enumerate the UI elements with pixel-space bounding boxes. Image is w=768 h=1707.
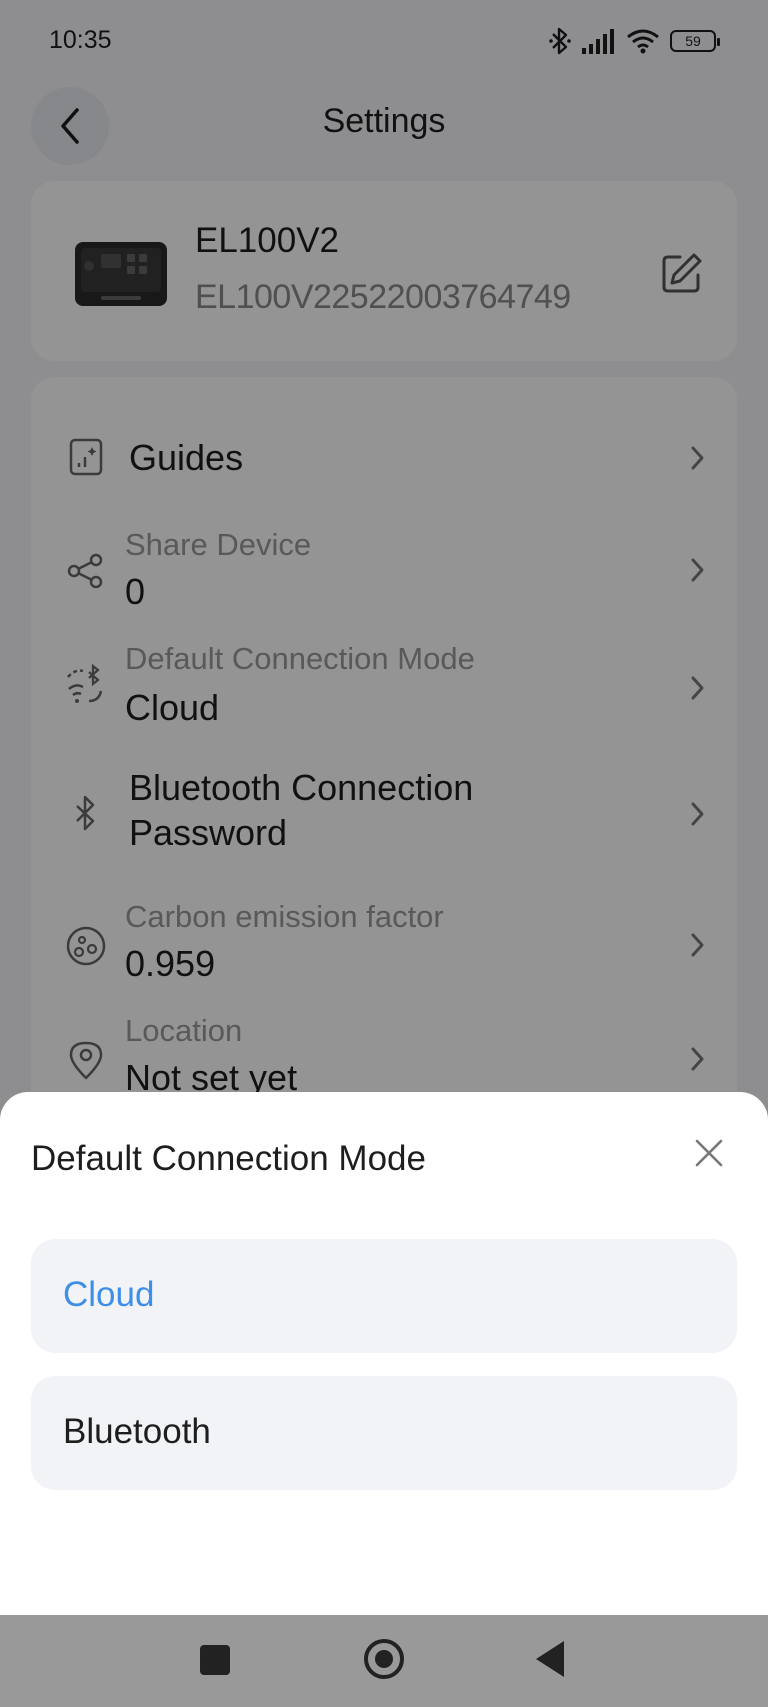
connection-mode-sheet: Default Connection Mode Cloud Bluetooth bbox=[0, 1092, 768, 1615]
option-cloud[interactable]: Cloud bbox=[31, 1239, 737, 1353]
option-bluetooth-label: Bluetooth bbox=[63, 1412, 211, 1451]
system-nav-bar bbox=[0, 1615, 768, 1707]
home-button[interactable] bbox=[364, 1639, 404, 1679]
sheet-title: Default Connection Mode bbox=[31, 1139, 426, 1178]
close-icon[interactable] bbox=[692, 1136, 726, 1170]
recent-apps-button[interactable] bbox=[200, 1645, 230, 1675]
option-bluetooth[interactable]: Bluetooth bbox=[31, 1376, 737, 1490]
option-cloud-label: Cloud bbox=[63, 1275, 155, 1314]
back-nav-button[interactable] bbox=[536, 1641, 564, 1677]
